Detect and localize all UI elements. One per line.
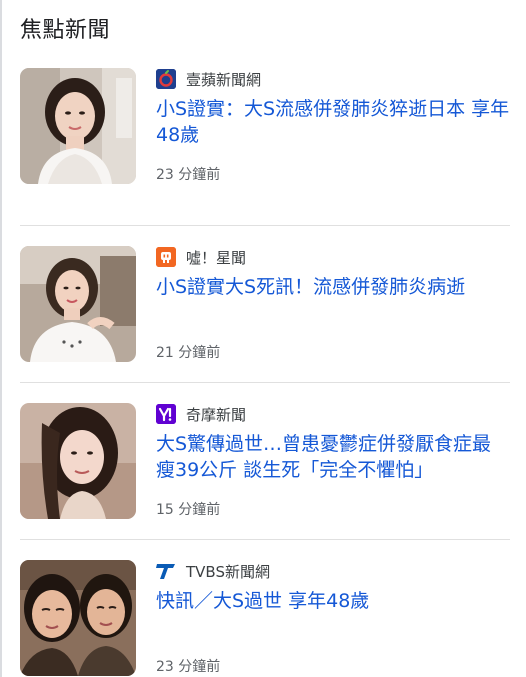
panel-border — [0, 0, 2, 677]
source-row: TVBS新聞網 — [156, 560, 270, 582]
article-headline-link[interactable]: 快訊／大S過世 享年48歲 — [156, 588, 510, 614]
article-thumbnail[interactable] — [20, 246, 136, 362]
article-timestamp: 15 分鐘前 — [156, 502, 221, 518]
article-headline-link[interactable]: 小S證實大S死訊！流感併發肺炎病逝 — [156, 274, 510, 300]
article-thumbnail[interactable] — [20, 403, 136, 519]
tvbs-logo-icon — [156, 561, 176, 581]
article-timestamp: 21 分鐘前 — [156, 345, 221, 361]
article-timestamp: 23 分鐘前 — [156, 659, 221, 675]
yahoo-logo-icon — [156, 404, 176, 424]
news-card[interactable]: 奇摩新聞 大S驚傳過世…曾患憂鬱症併發厭食症最瘦39公斤 談生死「完全不懼怕」 … — [20, 382, 510, 539]
source-row: 壹蘋新聞網 — [156, 68, 261, 90]
source-row: 奇摩新聞 — [156, 403, 246, 425]
article-thumbnail[interactable] — [20, 560, 136, 676]
news-list: 壹蘋新聞網 小S證實：大S流感併發肺炎猝逝日本 享年48歲 23 分鐘前 噓！星… — [20, 68, 510, 677]
source-name: 壹蘋新聞網 — [186, 70, 262, 89]
source-name: 噓！星聞 — [186, 248, 247, 267]
news-panel: 焦點新聞 壹蘋新聞網 小S證實：大S流感併發肺炎猝逝日本 享年48歲 23 分鐘… — [0, 0, 526, 677]
article-headline-link[interactable]: 小S證實：大S流感併發肺炎猝逝日本 享年48歲 — [156, 96, 510, 148]
source-name: TVBS新聞網 — [186, 562, 270, 581]
section-title: 焦點新聞 — [20, 18, 111, 43]
source-row: 噓！星聞 — [156, 246, 246, 268]
star-news-logo-icon — [156, 247, 176, 267]
news-card[interactable]: 噓！星聞 小S證實大S死訊！流感併發肺炎病逝 21 分鐘前 — [20, 225, 510, 382]
news-card[interactable]: TVBS新聞網 快訊／大S過世 享年48歲 23 分鐘前 — [20, 539, 510, 677]
article-timestamp: 23 分鐘前 — [156, 167, 221, 183]
article-headline-link[interactable]: 大S驚傳過世…曾患憂鬱症併發厭食症最瘦39公斤 談生死「完全不懼怕」 — [156, 431, 510, 483]
article-thumbnail[interactable] — [20, 68, 136, 184]
source-name: 奇摩新聞 — [186, 405, 247, 424]
news-card[interactable]: 壹蘋新聞網 小S證實：大S流感併發肺炎猝逝日本 享年48歲 23 分鐘前 — [20, 68, 510, 225]
nextapple-logo-icon — [156, 69, 176, 89]
